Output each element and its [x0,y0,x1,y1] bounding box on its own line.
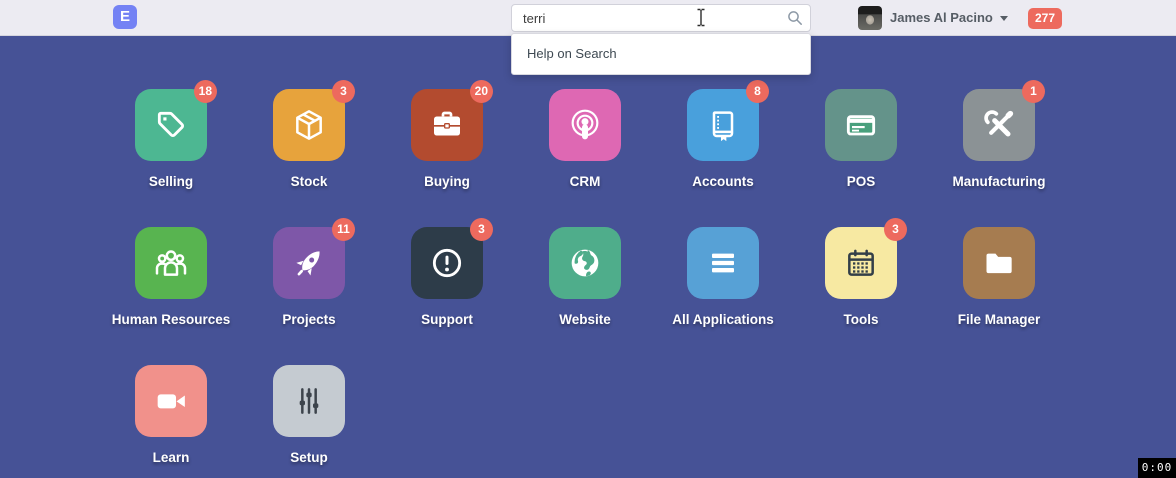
app-label: Accounts [692,174,754,189]
grid-row-2: Human Resources 11 Projects 3 [102,227,1068,327]
count-badge: 11 [332,218,355,241]
app-tile-human-resources[interactable] [135,227,207,299]
app-label: POS [847,174,876,189]
app-tile-setup[interactable] [273,365,345,437]
app-label: Selling [149,174,193,189]
help-on-search-item[interactable]: Help on Search [512,34,810,74]
app-label: All Applications [672,312,774,327]
wrench-screwdriver-icon [979,105,1019,145]
count-badge: 8 [746,80,769,103]
app-tile-buying[interactable]: 20 [411,89,483,161]
count-badge: 3 [470,218,493,241]
app-tile-projects[interactable]: 11 [273,227,345,299]
alert-circle-icon [427,243,467,283]
count-badge: 18 [194,80,217,103]
user-avatar[interactable] [858,6,882,30]
sliders-icon [289,381,329,421]
app-logo[interactable]: E [113,5,137,29]
app-label: Buying [424,174,470,189]
briefcase-icon [427,105,467,145]
chevron-down-icon [1000,16,1008,21]
user-name-label: James Al Pacino [890,10,993,25]
globe-icon [565,243,605,283]
app-label: Support [421,312,473,327]
app-tile-crm[interactable] [549,89,621,161]
calendar-icon [841,243,881,283]
app-label: Learn [153,450,190,465]
count-badge: 20 [470,80,493,103]
app-label: File Manager [958,312,1041,327]
menu-icon [703,243,743,283]
box-icon [289,105,329,145]
grid-row-1: 18 Selling 3 Sto [102,89,1068,189]
notification-count-badge[interactable]: 277 [1028,8,1062,29]
app-tile-stock[interactable]: 3 [273,89,345,161]
user-menu[interactable]: James Al Pacino [890,0,1008,36]
app-label: Projects [282,312,335,327]
app-label: Manufacturing [953,174,1046,189]
app-tile-accounts[interactable]: 8 [687,89,759,161]
tag-icon [151,105,191,145]
people-icon [151,243,191,283]
app-tile-tools[interactable]: 3 [825,227,897,299]
desk-icon-grid: 18 Selling 3 Sto [0,36,1068,478]
video-camera-icon [151,381,191,421]
podcast-icon [565,105,605,145]
app-label: Setup [290,450,328,465]
app-label: Tools [844,312,879,327]
app-tile-website[interactable] [549,227,621,299]
app-tile-manufacturing[interactable]: 1 [963,89,1035,161]
credit-card-icon [841,105,881,145]
app-label: Human Resources [112,312,231,327]
video-timer: 0:00 [1138,458,1176,478]
app-tile-learn[interactable] [135,365,207,437]
global-search [511,4,811,32]
app-tile-selling[interactable]: 18 [135,89,207,161]
app-label: Website [559,312,611,327]
ledger-book-icon [703,105,743,145]
count-badge: 1 [1022,80,1045,103]
rocket-icon [289,243,329,283]
folder-icon [979,243,1019,283]
grid-row-3: Learn Setup [102,365,1068,465]
search-input[interactable] [511,4,811,32]
search-dropdown: Help on Search [511,33,811,75]
app-label: CRM [570,174,601,189]
app-tile-support[interactable]: 3 [411,227,483,299]
top-navbar: E James Al Pacino 277 [0,0,1176,36]
app-tile-file-manager[interactable] [963,227,1035,299]
count-badge: 3 [332,80,355,103]
app-tile-all-applications[interactable] [687,227,759,299]
text-cursor-icon [696,8,706,27]
app-label: Stock [291,174,328,189]
app-tile-pos[interactable] [825,89,897,161]
count-badge: 3 [884,218,907,241]
